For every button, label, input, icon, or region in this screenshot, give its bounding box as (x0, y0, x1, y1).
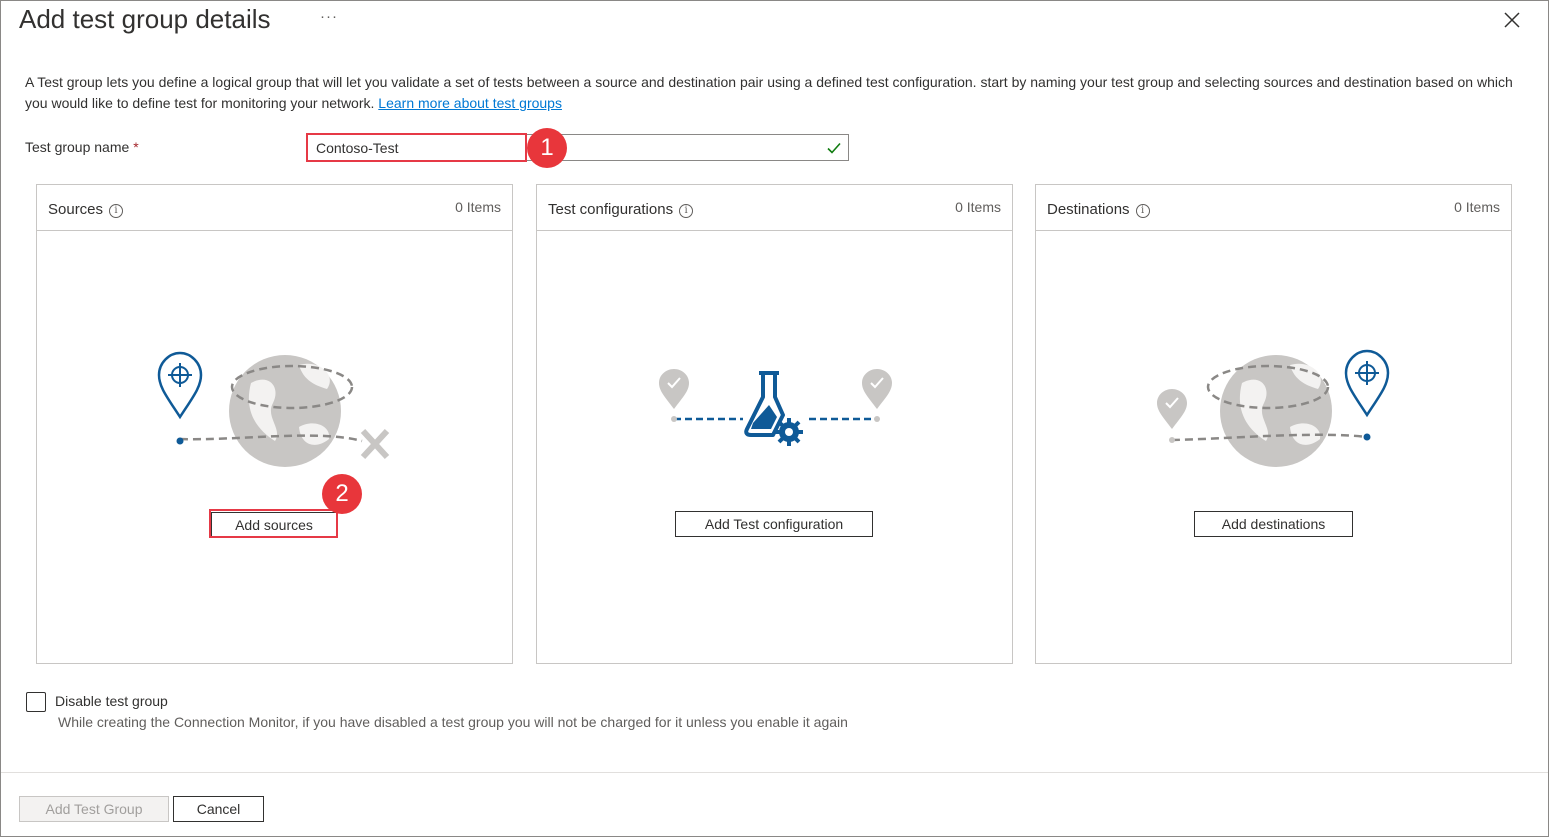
learn-more-link[interactable]: Learn more about test groups (378, 95, 562, 111)
footer-divider (1, 772, 1548, 773)
destinations-illustration (1157, 349, 1390, 467)
test-group-name-label: Test group name * (25, 139, 139, 155)
test-group-name-input[interactable] (306, 134, 849, 161)
close-icon[interactable] (1500, 8, 1524, 32)
page-title: Add test group details (19, 4, 271, 34)
info-icon[interactable]: i (1135, 204, 1150, 218)
destinations-title-text: Destinations (1047, 201, 1130, 218)
sources-count: 0 Items (455, 199, 501, 215)
add-sources-button[interactable]: Add sources (211, 512, 337, 538)
add-test-group-button[interactable]: Add Test Group (19, 796, 169, 822)
info-icon[interactable]: i (109, 204, 124, 218)
disable-test-group-help: While creating the Connection Monitor, i… (58, 714, 848, 730)
test-configuration-illustration (659, 369, 892, 446)
step-badge-2: 2 (322, 474, 362, 514)
description-text: A Test group lets you define a logical g… (25, 74, 1513, 111)
destinations-count: 0 Items (1454, 199, 1500, 215)
destinations-card: Destinations i 0 Items Add destinations (1035, 184, 1512, 664)
test-configurations-count: 0 Items (955, 199, 1001, 215)
test-configurations-title-text: Test configurations (548, 201, 674, 218)
test-configurations-card: Test configurations i 0 Items Add Test co… (536, 184, 1013, 664)
cancel-button[interactable]: Cancel (173, 796, 264, 822)
disable-test-group-label: Disable test group (55, 693, 168, 709)
sources-title-text: Sources (48, 201, 104, 218)
disable-test-group-checkbox[interactable] (26, 692, 46, 712)
test-configurations-card-header: Test configurations i 0 Items (537, 185, 1012, 231)
step-badge-1: 1 (527, 128, 567, 168)
destinations-title: Destinations i (1047, 201, 1150, 218)
sources-card-header: Sources i 0 Items (37, 185, 512, 231)
required-marker: * (133, 139, 139, 155)
test-configurations-title: Test configurations i (548, 201, 694, 218)
more-options-button[interactable]: ··· (320, 8, 338, 25)
description: A Test group lets you define a logical g… (25, 72, 1530, 114)
sources-card: Sources i 0 Items Add sources (36, 184, 513, 664)
sources-title: Sources i (48, 201, 124, 218)
name-label-text: Test group name (25, 139, 130, 155)
sources-illustration (157, 351, 390, 467)
add-destinations-button[interactable]: Add destinations (1194, 511, 1353, 537)
add-test-configuration-button[interactable]: Add Test configuration (675, 511, 873, 537)
info-icon[interactable]: i (679, 204, 694, 218)
checkmark-icon (827, 142, 841, 154)
destinations-card-header: Destinations i 0 Items (1036, 185, 1511, 231)
